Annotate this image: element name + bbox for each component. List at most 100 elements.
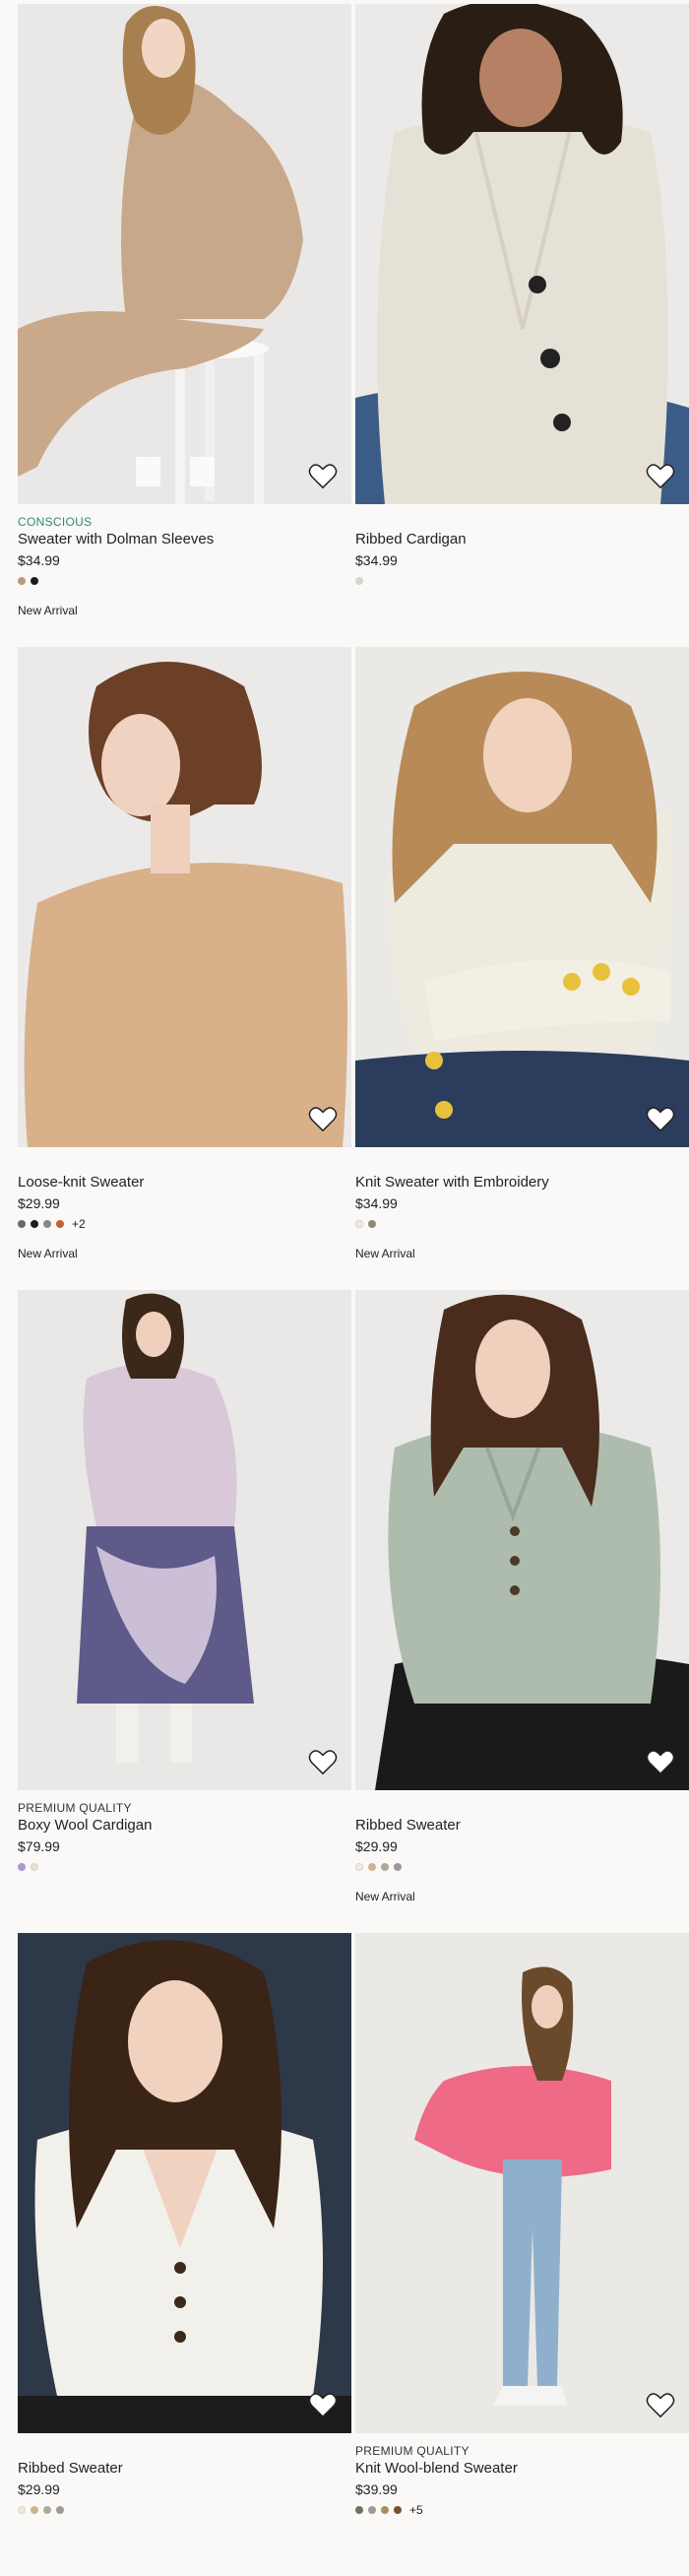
color-swatch[interactable] — [381, 2506, 389, 2514]
product-card[interactable]: Loose-knit Sweater $29.99 +2 New Arrival — [18, 647, 351, 1290]
color-swatch[interactable] — [43, 2506, 51, 2514]
heart-icon[interactable] — [646, 1106, 675, 1133]
product-price: $29.99 — [355, 1838, 398, 1854]
color-swatch[interactable] — [394, 2506, 402, 2514]
product-image[interactable] — [355, 4, 689, 504]
product-photo — [18, 1290, 351, 1790]
new-arrival-tag: New Arrival — [355, 1890, 415, 1903]
product-card[interactable]: Ribbed Sweater $29.99 — [18, 1933, 351, 2576]
product-photo — [355, 1933, 689, 2433]
product-badge: PREMIUM QUALITY — [18, 1801, 132, 1815]
product-badge — [18, 1157, 351, 1173]
product-info: Ribbed Cardigan $34.99 — [355, 504, 689, 591]
product-photo — [18, 1933, 351, 2433]
product-title[interactable]: Sweater with Dolman Sleeves — [18, 530, 351, 549]
color-swatches — [355, 571, 689, 591]
product-info: PREMIUM QUALITY Boxy Wool Cardigan $79.99 — [18, 1790, 351, 1877]
product-info: Ribbed Sweater $29.99 New Arrival — [355, 1790, 689, 1904]
color-swatch[interactable] — [368, 1220, 376, 1228]
color-swatch[interactable] — [18, 577, 26, 585]
product-badge — [355, 514, 689, 530]
heart-icon[interactable] — [646, 463, 675, 490]
product-photo — [355, 4, 689, 504]
product-title[interactable]: Ribbed Cardigan — [355, 530, 689, 549]
product-card[interactable]: CONSCIOUS Sweater with Dolman Sleeves $34.… — [18, 4, 351, 647]
color-swatch[interactable] — [18, 1863, 26, 1871]
product-image[interactable] — [18, 1933, 351, 2433]
product-info: Knit Sweater with Embroidery $34.99 New Ar… — [355, 1147, 689, 1261]
heart-icon[interactable] — [308, 1749, 338, 1776]
product-card[interactable]: Ribbed Sweater $29.99 New Arrival — [355, 1290, 689, 1933]
product-grid: CONSCIOUS Sweater with Dolman Sleeves $34.… — [18, 4, 689, 2576]
color-swatch[interactable] — [31, 1220, 38, 1228]
product-title[interactable]: Boxy Wool Cardigan — [18, 1816, 351, 1835]
color-swatch[interactable] — [31, 2506, 38, 2514]
color-swatch[interactable] — [381, 1863, 389, 1871]
color-swatches — [355, 1214, 689, 1234]
product-image[interactable] — [355, 1290, 689, 1790]
product-image[interactable] — [18, 4, 351, 504]
color-swatch[interactable] — [355, 577, 363, 585]
color-swatches: +2 — [18, 1214, 351, 1234]
color-swatch[interactable] — [355, 2506, 363, 2514]
product-badge: CONSCIOUS — [18, 515, 93, 529]
product-price: $29.99 — [18, 1195, 60, 1211]
product-card[interactable]: PREMIUM QUALITY Knit Wool-blend Sweater $3… — [355, 1933, 689, 2576]
color-swatch[interactable] — [56, 2506, 64, 2514]
color-swatch[interactable] — [368, 1863, 376, 1871]
color-swatch[interactable] — [43, 1220, 51, 1228]
product-badge: PREMIUM QUALITY — [355, 2444, 470, 2458]
color-swatch[interactable] — [355, 1220, 363, 1228]
product-card[interactable]: Ribbed Cardigan $34.99 — [355, 4, 689, 647]
color-swatches — [18, 571, 351, 591]
product-price: $29.99 — [18, 2481, 60, 2497]
color-swatches — [355, 1857, 689, 1877]
product-price: $34.99 — [355, 552, 398, 568]
product-price: $79.99 — [18, 1838, 60, 1854]
product-title[interactable]: Ribbed Sweater — [18, 2459, 351, 2479]
product-photo — [18, 4, 351, 504]
new-arrival-tag: New Arrival — [355, 1247, 415, 1260]
product-photo — [355, 1290, 689, 1790]
product-info: PREMIUM QUALITY Knit Wool-blend Sweater $3… — [355, 2433, 689, 2520]
more-colors-count: +2 — [72, 1217, 86, 1231]
heart-icon[interactable] — [646, 2392, 675, 2419]
product-info: Loose-knit Sweater $29.99 +2 New Arrival — [18, 1147, 351, 1261]
product-badge — [18, 2443, 351, 2459]
color-swatch[interactable] — [31, 1863, 38, 1871]
heart-icon[interactable] — [308, 463, 338, 490]
product-image[interactable] — [355, 647, 689, 1147]
color-swatch[interactable] — [18, 2506, 26, 2514]
product-title[interactable]: Knit Wool-blend Sweater — [355, 2459, 689, 2479]
product-price: $39.99 — [355, 2481, 398, 2497]
color-swatch[interactable] — [56, 1220, 64, 1228]
more-colors-count: +5 — [409, 2503, 423, 2517]
product-card[interactable]: PREMIUM QUALITY Boxy Wool Cardigan $79.99 — [18, 1290, 351, 1933]
product-card[interactable]: Knit Sweater with Embroidery $34.99 New Ar… — [355, 647, 689, 1290]
color-swatch[interactable] — [355, 1863, 363, 1871]
heart-icon[interactable] — [646, 1749, 675, 1776]
product-info: CONSCIOUS Sweater with Dolman Sleeves $34.… — [18, 504, 351, 618]
product-image[interactable] — [18, 1290, 351, 1790]
color-swatches: +5 — [355, 2500, 689, 2520]
product-title[interactable]: Knit Sweater with Embroidery — [355, 1173, 689, 1192]
color-swatch[interactable] — [368, 2506, 376, 2514]
color-swatch[interactable] — [31, 577, 38, 585]
new-arrival-tag: New Arrival — [18, 1247, 78, 1260]
color-swatch[interactable] — [18, 1220, 26, 1228]
new-arrival-tag: New Arrival — [18, 604, 78, 617]
product-price: $34.99 — [355, 1195, 398, 1211]
product-title[interactable]: Ribbed Sweater — [355, 1816, 689, 1835]
product-photo — [18, 647, 351, 1147]
color-swatches — [18, 1857, 351, 1877]
color-swatches — [18, 2500, 351, 2520]
product-badge — [355, 1800, 689, 1816]
heart-icon[interactable] — [308, 1106, 338, 1133]
product-title[interactable]: Loose-knit Sweater — [18, 1173, 351, 1192]
product-image[interactable] — [355, 1933, 689, 2433]
product-image[interactable] — [18, 647, 351, 1147]
heart-icon[interactable] — [308, 2392, 338, 2419]
product-price: $34.99 — [18, 552, 60, 568]
product-info: Ribbed Sweater $29.99 — [18, 2433, 351, 2520]
color-swatch[interactable] — [394, 1863, 402, 1871]
